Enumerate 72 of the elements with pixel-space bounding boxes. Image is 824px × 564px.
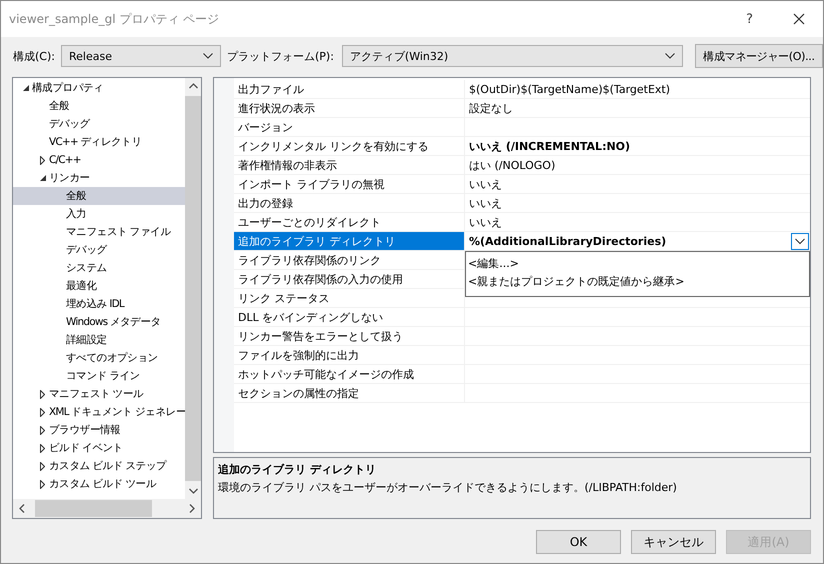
tree-item[interactable]: マニフェスト ファイル — [13, 223, 185, 241]
tree-item[interactable]: デバッグ — [13, 115, 185, 133]
tree-item[interactable]: 全般 — [13, 187, 185, 205]
tree-item[interactable]: コマンド ライン — [13, 367, 185, 385]
dialog-button[interactable]: キャンセル — [631, 530, 716, 554]
tree-item[interactable]: カスタム ビルド ステップ — [13, 457, 185, 475]
scroll-right-icon[interactable] — [189, 504, 195, 513]
tree-item[interactable]: すべてのオプション — [13, 349, 185, 367]
tree-item[interactable]: 全般 — [13, 97, 185, 115]
property-name[interactable]: ライブラリ依存関係の入力の使用 — [234, 270, 465, 289]
chevron-down-icon — [202, 53, 213, 59]
tree-item[interactable]: 詳細設定 — [13, 331, 185, 349]
property-name[interactable]: 著作権情報の非表示 — [234, 156, 465, 175]
property-name[interactable]: バージョン — [234, 118, 465, 137]
collapsed-icon — [40, 156, 45, 164]
configuration-label: 構成(C): — [13, 48, 55, 64]
tree-item[interactable]: 構成プロパティ — [13, 79, 185, 97]
tree-item[interactable]: ブラウザー情報 — [13, 421, 185, 439]
close-icon[interactable] — [793, 13, 805, 25]
tree-item[interactable]: マニフェスト ツール — [13, 385, 185, 403]
property-name[interactable]: 出力の登録 — [234, 194, 465, 213]
scroll-down-icon[interactable] — [188, 488, 198, 494]
scroll-left-icon[interactable] — [19, 504, 25, 513]
tree-item[interactable]: カスタム ビルド ツール — [13, 475, 185, 493]
configuration-manager-button[interactable]: 構成マネージャー(O)... — [694, 44, 823, 68]
tree-item[interactable]: デバッグ — [13, 241, 185, 259]
description-title: 追加のライブラリ ディレクトリ — [218, 462, 377, 477]
property-name[interactable]: DLL をバインディングしない — [234, 308, 465, 327]
scroll-up-icon[interactable] — [188, 83, 198, 89]
expanded-icon — [40, 175, 46, 181]
property-value[interactable]: いいえ — [465, 213, 810, 232]
dropdown-option[interactable]: <編集...> — [468, 254, 809, 272]
property-value[interactable]: いいえ — [465, 194, 810, 213]
configuration-dropdown[interactable]: Release — [60, 45, 221, 67]
property-name[interactable]: ライブラリ依存関係のリンク — [234, 251, 465, 270]
tree-item[interactable]: リンカー — [13, 169, 185, 187]
vertical-scrollbar[interactable] — [185, 78, 201, 499]
chevron-down-icon — [664, 53, 675, 59]
help-button[interactable]: ? — [746, 12, 753, 26]
tree-item[interactable]: XML ドキュメント ジェネレー — [13, 403, 185, 421]
horizontal-scrollbar[interactable] — [13, 499, 201, 518]
dropdown-button[interactable] — [791, 233, 809, 250]
property-value[interactable]: $(OutDir)$(TargetName)$(TargetExt) — [465, 80, 810, 99]
property-name[interactable]: インクリメンタル リンクを有効にする — [234, 137, 465, 156]
tree-item[interactable]: VC++ ディレクトリ — [13, 133, 185, 151]
window-title: viewer_sample_gl プロパティ ページ — [9, 10, 220, 28]
description-text: 環境のライブラリ パスをユーザーがオーバーライドできるようにします。(/LIBPATH:folder) — [218, 480, 678, 495]
property-name[interactable]: インポート ライブラリの無視 — [234, 175, 465, 194]
property-name[interactable]: リンク ステータス — [234, 289, 465, 308]
property-name[interactable]: ファイルを強制的に出力 — [234, 346, 465, 365]
property-name[interactable]: リンカー警告をエラーとして扱う — [234, 327, 465, 346]
property-name[interactable]: 追加のライブラリ ディレクトリ — [234, 232, 465, 251]
property-value[interactable]: いいえ — [465, 175, 810, 194]
expanded-icon — [23, 85, 29, 91]
dropdown-option[interactable]: <親またはプロジェクトの既定値から継承> — [468, 272, 809, 290]
tree-item[interactable]: 最適化 — [13, 277, 185, 295]
property-value[interactable]: はい (/NOLOGO) — [465, 156, 810, 175]
tree-item[interactable]: ビルド イベント — [13, 439, 185, 457]
tree-item[interactable]: C/C++ — [13, 151, 185, 169]
tree-item[interactable]: システム — [13, 259, 185, 277]
dialog-button[interactable]: OK — [536, 530, 621, 554]
tree-item[interactable]: Windows メタデータ — [13, 313, 185, 331]
tree-item[interactable]: 埋め込み IDL — [13, 295, 185, 313]
property-value[interactable]: 設定なし — [465, 99, 810, 118]
property-value[interactable]: いいえ (/INCREMENTAL:NO) — [465, 137, 810, 156]
property-name[interactable]: 出力ファイル — [234, 80, 465, 99]
platform-label: プラットフォーム(P): — [226, 48, 334, 64]
platform-dropdown[interactable]: アクティブ(Win32) — [342, 45, 683, 67]
property-name[interactable]: ホットパッチ可能なイメージの作成 — [234, 365, 465, 384]
property-name[interactable]: 進行状況の表示 — [234, 99, 465, 118]
tree-item[interactable]: 入力 — [13, 205, 185, 223]
property-name[interactable]: セクションの属性の指定 — [234, 384, 465, 403]
